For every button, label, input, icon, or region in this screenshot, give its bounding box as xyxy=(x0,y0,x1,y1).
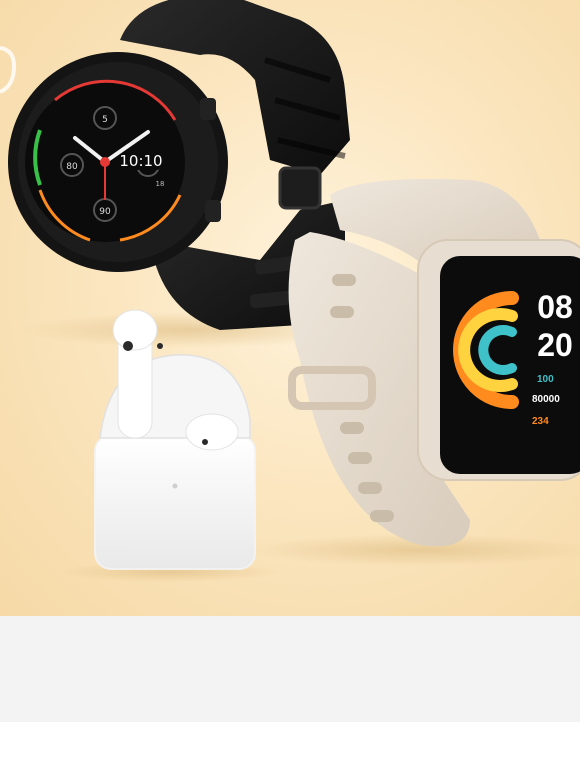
bottom-whitespace xyxy=(0,722,580,784)
product-illustration: 5 80 90 18 10:10 08 20 100 80000 234 xyxy=(0,0,580,582)
round-watch-time: 10:10 xyxy=(119,152,162,170)
subdial-bottom: 90 xyxy=(99,207,111,217)
square-watch-stat-3: 234 xyxy=(532,416,549,427)
logo-partial xyxy=(0,46,17,94)
square-watch-stat-2: 80000 xyxy=(532,394,560,405)
subdial-right: 18 xyxy=(156,180,165,188)
square-watch-hour: 08 xyxy=(537,289,573,325)
subdial-top: 5 xyxy=(102,115,108,125)
subdial-left: 80 xyxy=(66,162,78,172)
square-watch-stat-1: 100 xyxy=(537,374,554,385)
square-watch-minute: 20 xyxy=(537,327,573,363)
footer-band xyxy=(0,616,580,722)
product-hero-image: 5 80 90 18 10:10 08 20 100 80000 234 xyxy=(0,0,580,616)
earbuds-case xyxy=(94,309,256,570)
